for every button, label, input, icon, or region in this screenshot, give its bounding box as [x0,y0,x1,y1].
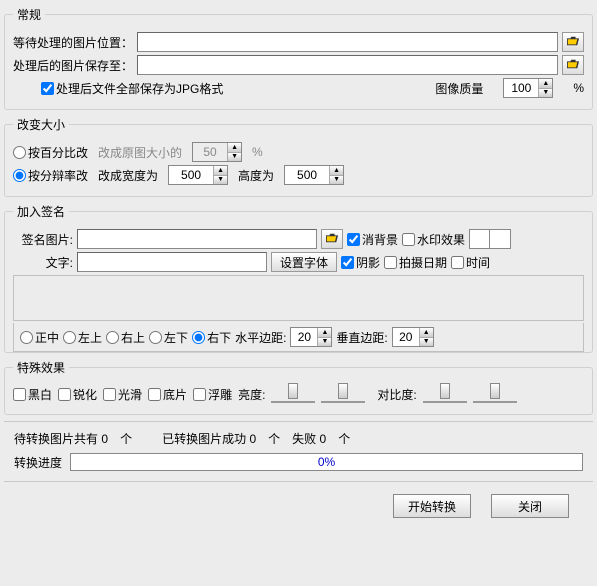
label-sig-pic: 签名图片: [13,231,73,248]
label-progress: 转换进度 [14,454,62,471]
checkbox-watermark[interactable]: 水印效果 [402,231,465,248]
legend-signature: 加入签名 [13,203,69,220]
input-sig-text[interactable] [77,252,267,272]
legend-resize: 改变大小 [13,116,69,133]
separator [4,421,593,422]
chevron-down-icon[interactable]: ▼ [317,337,331,347]
chevron-up-icon[interactable]: ▲ [419,328,433,337]
close-button[interactable]: 关闭 [491,494,569,518]
checkbox-emboss[interactable]: 浮雕 [193,386,232,403]
checkbox-shoot-date[interactable]: 拍摄日期 [384,254,447,271]
radio-by-resolution[interactable]: 按分辩率改 [13,167,88,184]
chevron-up-icon[interactable]: ▲ [538,79,552,88]
label-quality: 图像质量 [435,80,483,97]
group-effects: 特殊效果 黑白 锐化 光滑 底片 浮雕 亮度: 对比度: [4,359,593,415]
label-hmargin: 水平边距: [235,329,286,346]
legend-effects: 特殊效果 [13,359,69,376]
checkbox-smooth[interactable]: 光滑 [103,386,142,403]
legend-general: 常规 [13,6,45,23]
folder-open-icon [325,232,339,247]
progress-bar: 0% [70,453,583,471]
bg-color-swatches[interactable] [469,229,511,249]
spin-quality[interactable]: ▲▼ [503,78,553,98]
checkbox-negative[interactable]: 底片 [148,386,187,403]
spin-vmargin[interactable]: ▲▼ [392,327,434,347]
checkbox-remove-bg[interactable]: 消背景 [347,231,398,248]
spin-percent: ▲▼ [192,142,242,162]
start-button[interactable]: 开始转换 [393,494,471,518]
group-signature: 加入签名 签名图片: 消背景 水印效果 文字: 设置字体 阴影 拍摄日期 时间 … [4,203,593,353]
group-general: 常规 等待处理的图片位置： 处理后的图片保存至： 处理后文件全部保存为JPG格式… [4,6,593,110]
chevron-down-icon[interactable]: ▼ [538,88,552,98]
separator [4,481,593,482]
fail-count: 0 [320,432,327,446]
slider-brightness-2[interactable] [321,385,365,403]
checkbox-shadow[interactable]: 阴影 [341,254,380,271]
spin-height[interactable]: ▲▼ [284,165,344,185]
browse-sig-pic-button[interactable] [321,229,343,249]
folder-open-icon [566,35,580,50]
group-resize: 改变大小 按百分比改 改成原图大小的 ▲▼ % 按分辩率改 改成宽度为 ▲▼ 高… [4,116,593,197]
checkbox-sharpen[interactable]: 锐化 [58,386,97,403]
browse-source-button[interactable] [562,32,584,52]
radio-pos-center[interactable]: 正中 [20,329,59,346]
input-dest[interactable] [137,55,558,75]
radio-pos-tr[interactable]: 右上 [106,329,145,346]
radio-pos-bl[interactable]: 左下 [149,329,188,346]
label-source: 等待处理的图片位置： [13,34,133,51]
font-settings-button[interactable]: 设置字体 [271,252,337,272]
spin-hmargin[interactable]: ▲▼ [290,327,332,347]
checkbox-save-jpg[interactable]: 处理后文件全部保存为JPG格式 [41,80,223,97]
chevron-down-icon[interactable]: ▼ [213,175,227,185]
status-row: 待转换图片共有 0 个 已转换图片成功 0 个 失败 0 个 [4,426,593,451]
chevron-up-icon[interactable]: ▲ [329,166,343,175]
chevron-down-icon[interactable]: ▼ [329,175,343,185]
slider-contrast-2[interactable] [473,385,517,403]
label-vmargin: 垂直边距: [336,329,387,346]
pending-count: 0 [101,432,108,446]
label-percent-hint: 改成原图大小的 [98,144,182,161]
chevron-down-icon[interactable]: ▼ [419,337,433,347]
signature-preview [13,275,584,321]
done-count: 0 [249,432,256,446]
input-source[interactable] [137,32,558,52]
browse-dest-button[interactable] [562,55,584,75]
chevron-up-icon: ▲ [227,143,241,152]
label-sig-text: 文字: [13,254,73,271]
radio-by-percent[interactable]: 按百分比改 [13,144,88,161]
radio-pos-br[interactable]: 右下 [192,329,231,346]
slider-contrast[interactable] [423,385,467,403]
radio-pos-tl[interactable]: 左上 [63,329,102,346]
spin-width[interactable]: ▲▼ [168,165,228,185]
chevron-up-icon[interactable]: ▲ [213,166,227,175]
chevron-down-icon: ▼ [227,152,241,162]
checkbox-time[interactable]: 时间 [451,254,490,271]
slider-brightness[interactable] [271,385,315,403]
label-height: 高度为 [238,167,274,184]
label-contrast: 对比度: [377,386,416,403]
input-sig-pic[interactable] [77,229,317,249]
chevron-up-icon[interactable]: ▲ [317,328,331,337]
label-dest: 处理后的图片保存至： [13,57,133,74]
label-quality-unit: % [573,81,584,95]
folder-open-icon [566,58,580,73]
checkbox-bw[interactable]: 黑白 [13,386,52,403]
label-width: 改成宽度为 [98,167,158,184]
label-brightness: 亮度: [238,386,265,403]
